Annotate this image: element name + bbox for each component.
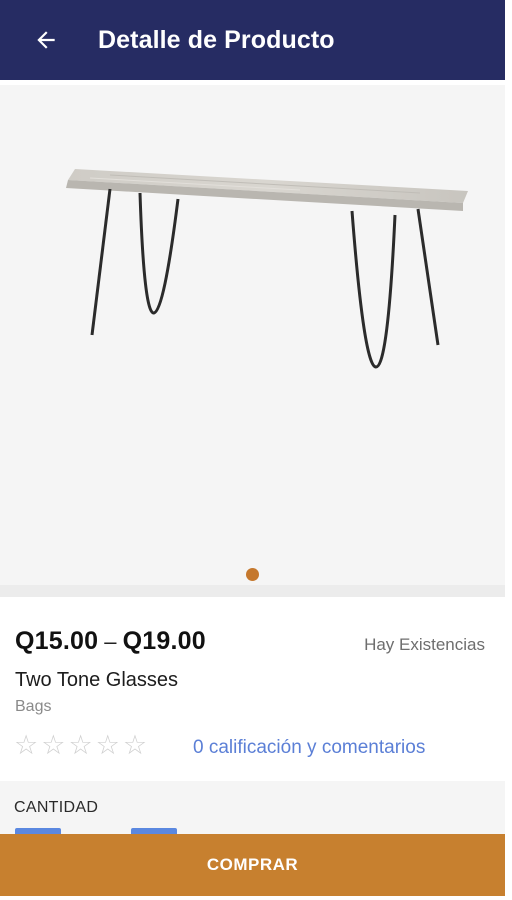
app-bar: Detalle de Producto [0,0,505,80]
star-empty-icon[interactable]: ☆ [41,730,65,760]
quantity-section: CANTIDAD [0,781,505,842]
star-empty-icon[interactable]: ☆ [14,730,38,760]
star-empty-icon[interactable]: ☆ [68,730,92,760]
rating-stars[interactable]: ☆ ☆ ☆ ☆ ☆ [14,730,147,760]
pagination-dot-active[interactable] [246,568,259,581]
product-image-gallery[interactable] [0,85,505,585]
back-button[interactable] [24,18,68,62]
reviews-link[interactable]: 0 calificación y comentarios [193,737,425,759]
product-name: Two Tone Glasses [15,669,179,691]
price-max: Q19.00 [122,627,206,655]
star-empty-icon[interactable]: ☆ [123,730,147,760]
stock-status: Hay Existencias [364,635,485,654]
price-min: Q15.00 [15,627,99,655]
page-title: Detalle de Producto [98,25,335,54]
product-info-card: Q15.00– Q19.00 Hay Existencias Two Tone G… [0,597,505,781]
arrow-left-icon [37,31,55,49]
product-table-image [66,169,468,369]
screen-edge [505,0,512,900]
divider [0,585,505,597]
product-category: Bags [15,698,52,715]
star-empty-icon[interactable]: ☆ [96,730,120,760]
buy-button[interactable]: COMPRAR [0,834,505,896]
price-range: Q15.00– Q19.00 [15,627,206,656]
quantity-label: CANTIDAD [14,799,99,816]
price-separator: – [104,629,117,654]
